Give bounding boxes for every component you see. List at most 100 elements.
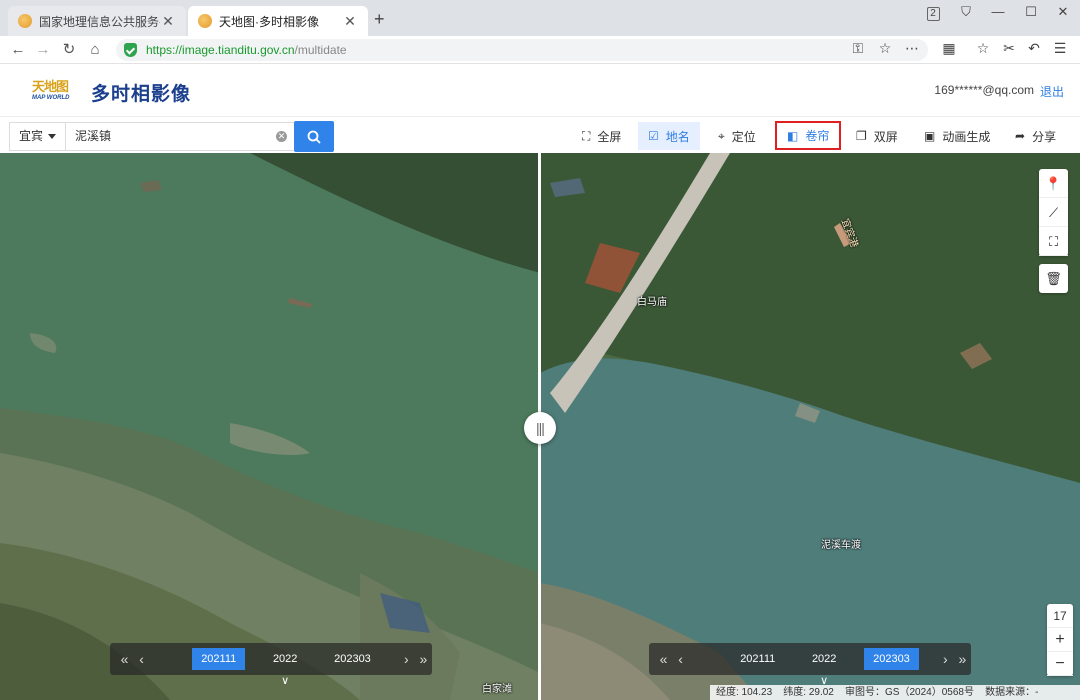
satellite-image-left[interactable]: [0, 153, 540, 700]
zoom-out-button[interactable]: −: [1047, 652, 1073, 676]
prev-icon[interactable]: ‹: [133, 651, 150, 667]
fullscreen-icon: ⛶: [582, 128, 591, 143]
key-icon[interactable]: ⚿: [848, 40, 868, 57]
place-label[interactable]: 白马庙: [637, 293, 667, 308]
user-email: 169******@qq.com: [934, 83, 1034, 97]
toolbar: 宜宾 泥溪镇 ✕ ⛶ 全屏 ☑ 地名 ⌖ 定位 ◧ 卷帘 ❐ 双屏 ▣ 动画生成 ➦ 分享: [0, 116, 1080, 153]
polygon-icon[interactable]: ⛶: [1039, 227, 1068, 256]
map-view[interactable]: ||| 白马庙 泥溪车渡 白家滩 宜宾港 📍 ⟋ ⛶ 🗑 17 + − « ‹ …: [0, 153, 1080, 700]
address-bar: ← → ↻ ⌂ https://image.tianditu.gov.cn/mu…: [0, 36, 1080, 64]
timeline-item[interactable]: 202111: [731, 648, 784, 670]
page-title: 多时相影像: [91, 84, 192, 105]
browser-tab-bar: 国家地理信息公共服务平台 天 ✕ 天地图·多时相影像 ✕ + 2 ⛉ — ☐ ✕: [0, 0, 1080, 36]
undo-icon[interactable]: ↶: [1024, 40, 1044, 57]
swipe-button[interactable]: ◧ 卷帘: [775, 121, 842, 150]
swipe-icon: ◧: [787, 128, 799, 143]
timeline-item[interactable]: 2022 ∨: [798, 648, 850, 687]
dual-screen-icon: ❐: [856, 129, 867, 143]
tianditu-logo[interactable]: 天地图 MAP WORLD: [32, 76, 76, 104]
star-icon[interactable]: ☆: [875, 40, 895, 57]
next-icon[interactable]: ›: [398, 651, 415, 667]
zoom-control: 17 + −: [1047, 604, 1073, 676]
tool-label: 定位: [731, 129, 756, 144]
url-protocol: https://: [146, 43, 183, 57]
close-tab-icon[interactable]: ✕: [342, 13, 358, 30]
region-label: 宜宾: [19, 129, 44, 143]
secure-shield-icon: [124, 43, 137, 57]
close-tab-icon[interactable]: ✕: [160, 13, 176, 30]
favorites-icon[interactable]: ☆: [973, 40, 993, 57]
more-icon[interactable]: ⋯: [902, 40, 922, 57]
review-number: 审图号：GS（2024）0568号: [845, 687, 974, 698]
next-icon[interactable]: ›: [937, 651, 954, 667]
back-icon[interactable]: ←: [8, 40, 28, 60]
tool-label: 地名: [665, 129, 690, 144]
locate-button[interactable]: ⌖ 定位: [708, 122, 766, 150]
forward-icon[interactable]: →: [33, 40, 53, 60]
browser-tab[interactable]: 国家地理信息公共服务平台 天 ✕: [8, 6, 186, 36]
maximize-icon[interactable]: ☐: [1019, 4, 1043, 20]
clear-search-icon[interactable]: ✕: [276, 131, 287, 142]
line-icon[interactable]: ⟋: [1039, 198, 1068, 227]
logo-subtext: MAP WORLD: [32, 95, 70, 101]
minimize-icon[interactable]: —: [986, 4, 1010, 19]
place-label[interactable]: 白家滩: [482, 680, 512, 695]
new-tab-icon[interactable]: +: [374, 9, 385, 30]
timeline-item[interactable]: 202303: [325, 648, 380, 670]
data-source: 数据来源：-: [985, 687, 1039, 698]
first-icon[interactable]: «: [116, 651, 133, 667]
last-icon[interactable]: »: [954, 651, 971, 667]
region-select[interactable]: 宜宾: [9, 122, 65, 151]
app-header: 天地图 MAP WORLD 多时相影像 169******@qq.com 退出: [0, 64, 1080, 116]
satellite-image-right[interactable]: [540, 153, 1080, 700]
trash-icon[interactable]: 🗑: [1039, 264, 1068, 293]
scissors-icon[interactable]: ✂: [999, 40, 1019, 57]
swipe-handle[interactable]: |||: [524, 412, 556, 444]
tool-label: 动画生成: [942, 129, 991, 144]
home-icon[interactable]: ⌂: [85, 40, 105, 60]
tianditu-favicon-icon: [18, 14, 32, 28]
tab-title: 国家地理信息公共服务平台 天: [39, 14, 160, 29]
timeline-item[interactable]: 202303: [864, 648, 919, 670]
timeline-year: 2022: [272, 653, 298, 665]
timeline-item[interactable]: 2022 ∨: [259, 648, 311, 687]
shirt-icon[interactable]: ⛉: [954, 4, 978, 20]
fullscreen-button[interactable]: ⛶ 全屏: [572, 122, 631, 150]
zoom-level: 17: [1047, 604, 1073, 628]
latitude-readout: 纬度: 29.02: [783, 687, 834, 698]
status-footer: 经度: 104.23 纬度: 29.02 审图号：GS（2024）0568号 数…: [710, 685, 1080, 700]
menu-icon[interactable]: ☰: [1050, 40, 1070, 57]
tool-label: 分享: [1032, 129, 1057, 144]
place-names-toggle[interactable]: ☑ 地名: [638, 122, 700, 150]
tab-title: 天地图·多时相影像: [219, 14, 319, 29]
search-button[interactable]: [294, 121, 334, 152]
dual-screen-button[interactable]: ❐ 双屏: [846, 122, 908, 150]
place-label[interactable]: 泥溪车渡: [821, 536, 861, 551]
zoom-in-button[interactable]: +: [1047, 628, 1073, 652]
share-button[interactable]: ➦ 分享: [1005, 122, 1066, 150]
longitude-readout: 经度: 104.23: [716, 687, 773, 698]
timeline-year: 2022: [811, 653, 837, 665]
close-window-icon[interactable]: ✕: [1051, 4, 1075, 20]
url-path: /multidate: [294, 43, 347, 57]
browser-tab-active[interactable]: 天地图·多时相影像 ✕: [188, 6, 368, 36]
animation-button[interactable]: ▣ 动画生成: [914, 122, 1000, 150]
logo-text: 天地图: [32, 80, 69, 95]
tab-count-icon[interactable]: 2: [921, 4, 945, 21]
logout-link[interactable]: 退出: [1040, 83, 1064, 100]
reload-icon[interactable]: ↻: [59, 40, 79, 60]
tool-label: 卷帘: [805, 129, 830, 143]
marker-icon[interactable]: 📍: [1039, 169, 1068, 198]
prev-icon[interactable]: ‹: [672, 651, 689, 667]
locate-icon: ⌖: [718, 128, 725, 143]
first-icon[interactable]: «: [655, 651, 672, 667]
search-input[interactable]: 泥溪镇: [65, 122, 295, 151]
draw-tools: 📍 ⟋ ⛶: [1039, 169, 1068, 256]
last-icon[interactable]: »: [415, 651, 432, 667]
tool-label: 全屏: [597, 129, 622, 144]
url-host: image.tianditu.gov.cn: [182, 43, 295, 57]
url-field[interactable]: https://image.tianditu.gov.cn/multidate: [116, 39, 928, 61]
apps-icon[interactable]: ▦: [939, 40, 959, 57]
timeline-left: « ‹ 202111 2022 ∨ 202303 › »: [110, 643, 432, 687]
timeline-item[interactable]: 202111: [192, 648, 246, 670]
